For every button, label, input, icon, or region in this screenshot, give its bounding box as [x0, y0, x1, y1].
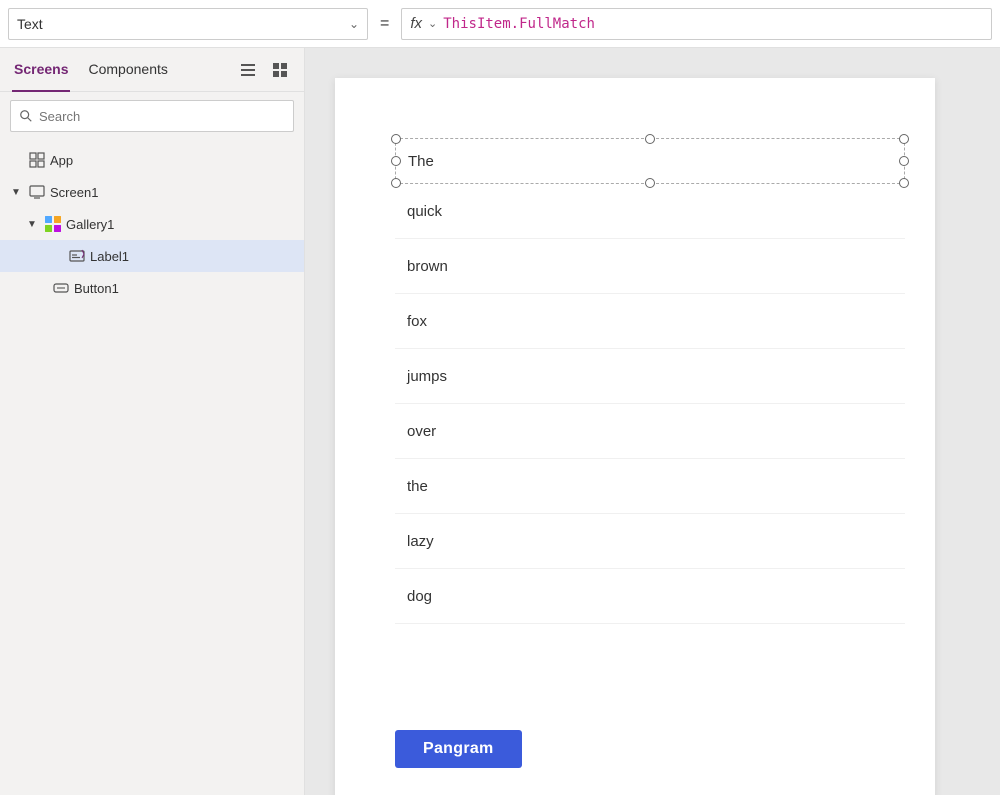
tree-item-app[interactable]: App: [0, 144, 304, 176]
handle-tl[interactable]: [391, 134, 401, 144]
tree-label-gallery1: Gallery1: [66, 217, 114, 232]
tab-components[interactable]: Components: [86, 48, 169, 92]
list-item: over: [395, 404, 905, 459]
handle-tr[interactable]: [899, 134, 909, 144]
list-item: dog: [395, 569, 905, 624]
list-item: the: [395, 459, 905, 514]
grid-view-icon[interactable]: [268, 58, 292, 82]
tab-screens[interactable]: Screens: [12, 48, 70, 92]
tree-item-button1[interactable]: Button1: [0, 272, 304, 304]
expand-placeholder: [8, 152, 24, 168]
formula-bar[interactable]: fx ⌄ ThisItem.FullMatch: [401, 8, 992, 40]
tree: App ▼ Screen1 ▼: [0, 140, 304, 795]
tab-icon-group: [236, 58, 292, 82]
tree-item-label1[interactable]: Label1: [0, 240, 304, 272]
list-item: brown: [395, 239, 905, 294]
label1-expand-placeholder: [48, 248, 64, 264]
first-word-label: The: [396, 153, 434, 170]
property-dropdown[interactable]: Text ⌄: [8, 8, 368, 40]
screen-icon: [28, 183, 46, 201]
list-item: jumps: [395, 349, 905, 404]
handle-mr[interactable]: [899, 156, 909, 166]
button1-expand-placeholder: [32, 280, 48, 296]
tree-label-screen1: Screen1: [50, 185, 98, 200]
screen1-expand-icon: ▼: [8, 184, 24, 200]
tree-label-button1: Button1: [74, 281, 119, 296]
search-icon: [19, 109, 33, 123]
button-icon: [52, 279, 70, 297]
tree-item-screen1[interactable]: ▼ Screen1: [0, 176, 304, 208]
search-input[interactable]: [39, 109, 285, 124]
selected-label-container[interactable]: The: [395, 138, 905, 184]
gallery-first-item: The: [395, 138, 905, 188]
canvas-screen: The quick brown fox jumps over the lazy …: [335, 78, 935, 795]
list-item: fox: [395, 294, 905, 349]
canvas-area: The quick brown fox jumps over the lazy …: [305, 48, 1000, 795]
handle-ml[interactable]: [391, 156, 401, 166]
main-layout: Screens Components: [0, 48, 1000, 795]
formula-expression: ThisItem.FullMatch: [443, 16, 595, 32]
label-icon: [68, 247, 86, 265]
tree-label-label1: Label1: [90, 249, 129, 264]
list-view-icon[interactable]: [236, 58, 260, 82]
tab-bar: Screens Components: [0, 48, 304, 92]
fx-chevron-icon: ⌄: [428, 17, 437, 30]
app-icon: [28, 151, 46, 169]
property-label: Text: [17, 16, 345, 32]
gallery1-expand-icon: ▼: [24, 216, 40, 232]
dropdown-arrow-icon: ⌄: [349, 17, 359, 31]
left-panel: Screens Components: [0, 48, 305, 795]
pangram-button[interactable]: Pangram: [395, 730, 522, 768]
equals-sign: =: [376, 15, 393, 33]
list-item: lazy: [395, 514, 905, 569]
top-bar: Text ⌄ = fx ⌄ ThisItem.FullMatch: [0, 0, 1000, 48]
gallery-words-list: quick brown fox jumps over the lazy dog: [395, 184, 905, 624]
gallery-icon: [44, 215, 62, 233]
fx-icon: fx: [410, 15, 422, 32]
tree-label-app: App: [50, 153, 73, 168]
search-bar: [10, 100, 294, 132]
handle-tm[interactable]: [645, 134, 655, 144]
list-item: quick: [395, 184, 905, 239]
tree-item-gallery1[interactable]: ▼ Gallery1: [0, 208, 304, 240]
